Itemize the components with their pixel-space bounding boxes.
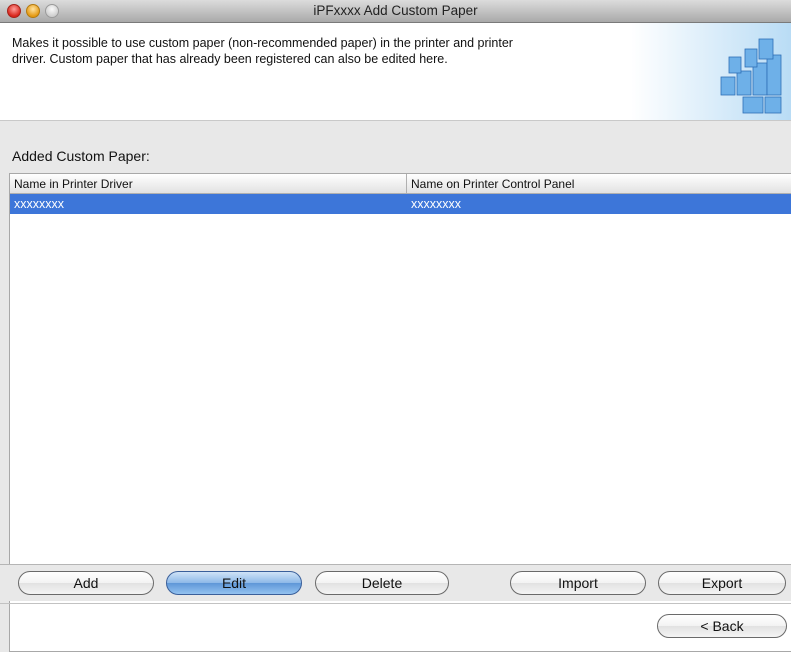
- delete-button[interactable]: Delete: [315, 571, 449, 595]
- back-button[interactable]: < Back: [657, 614, 787, 638]
- export-button[interactable]: Export: [658, 571, 786, 595]
- edit-button[interactable]: Edit: [166, 571, 302, 595]
- paper-stack-icon: [720, 38, 782, 114]
- column-header-panel-name[interactable]: Name on Printer Control Panel: [411, 177, 574, 191]
- description-text: Makes it possible to use custom paper (n…: [12, 35, 652, 67]
- cell-driver-name: xxxxxxxx: [14, 197, 64, 211]
- table-header: Name in Printer Driver Name on Printer C…: [10, 174, 791, 194]
- action-button-bar: Add Edit Delete Import Export: [0, 564, 791, 601]
- footer-divider: [0, 603, 791, 604]
- add-button[interactable]: Add: [18, 571, 154, 595]
- window-title: iPFxxxx Add Custom Paper: [313, 3, 478, 18]
- column-divider: [406, 174, 407, 193]
- window-titlebar: iPFxxxx Add Custom Paper: [0, 0, 791, 23]
- description-line-1: Makes it possible to use custom paper (n…: [12, 36, 513, 50]
- import-button[interactable]: Import: [510, 571, 646, 595]
- description-line-2: driver. Custom paper that has already be…: [12, 52, 448, 66]
- table-row[interactable]: xxxxxxxx xxxxxxxx: [10, 194, 791, 214]
- header-panel: Makes it possible to use custom paper (n…: [0, 23, 791, 121]
- cell-panel-name: xxxxxxxx: [411, 197, 461, 211]
- column-header-driver-name[interactable]: Name in Printer Driver: [14, 177, 133, 191]
- list-label: Added Custom Paper:: [12, 148, 150, 164]
